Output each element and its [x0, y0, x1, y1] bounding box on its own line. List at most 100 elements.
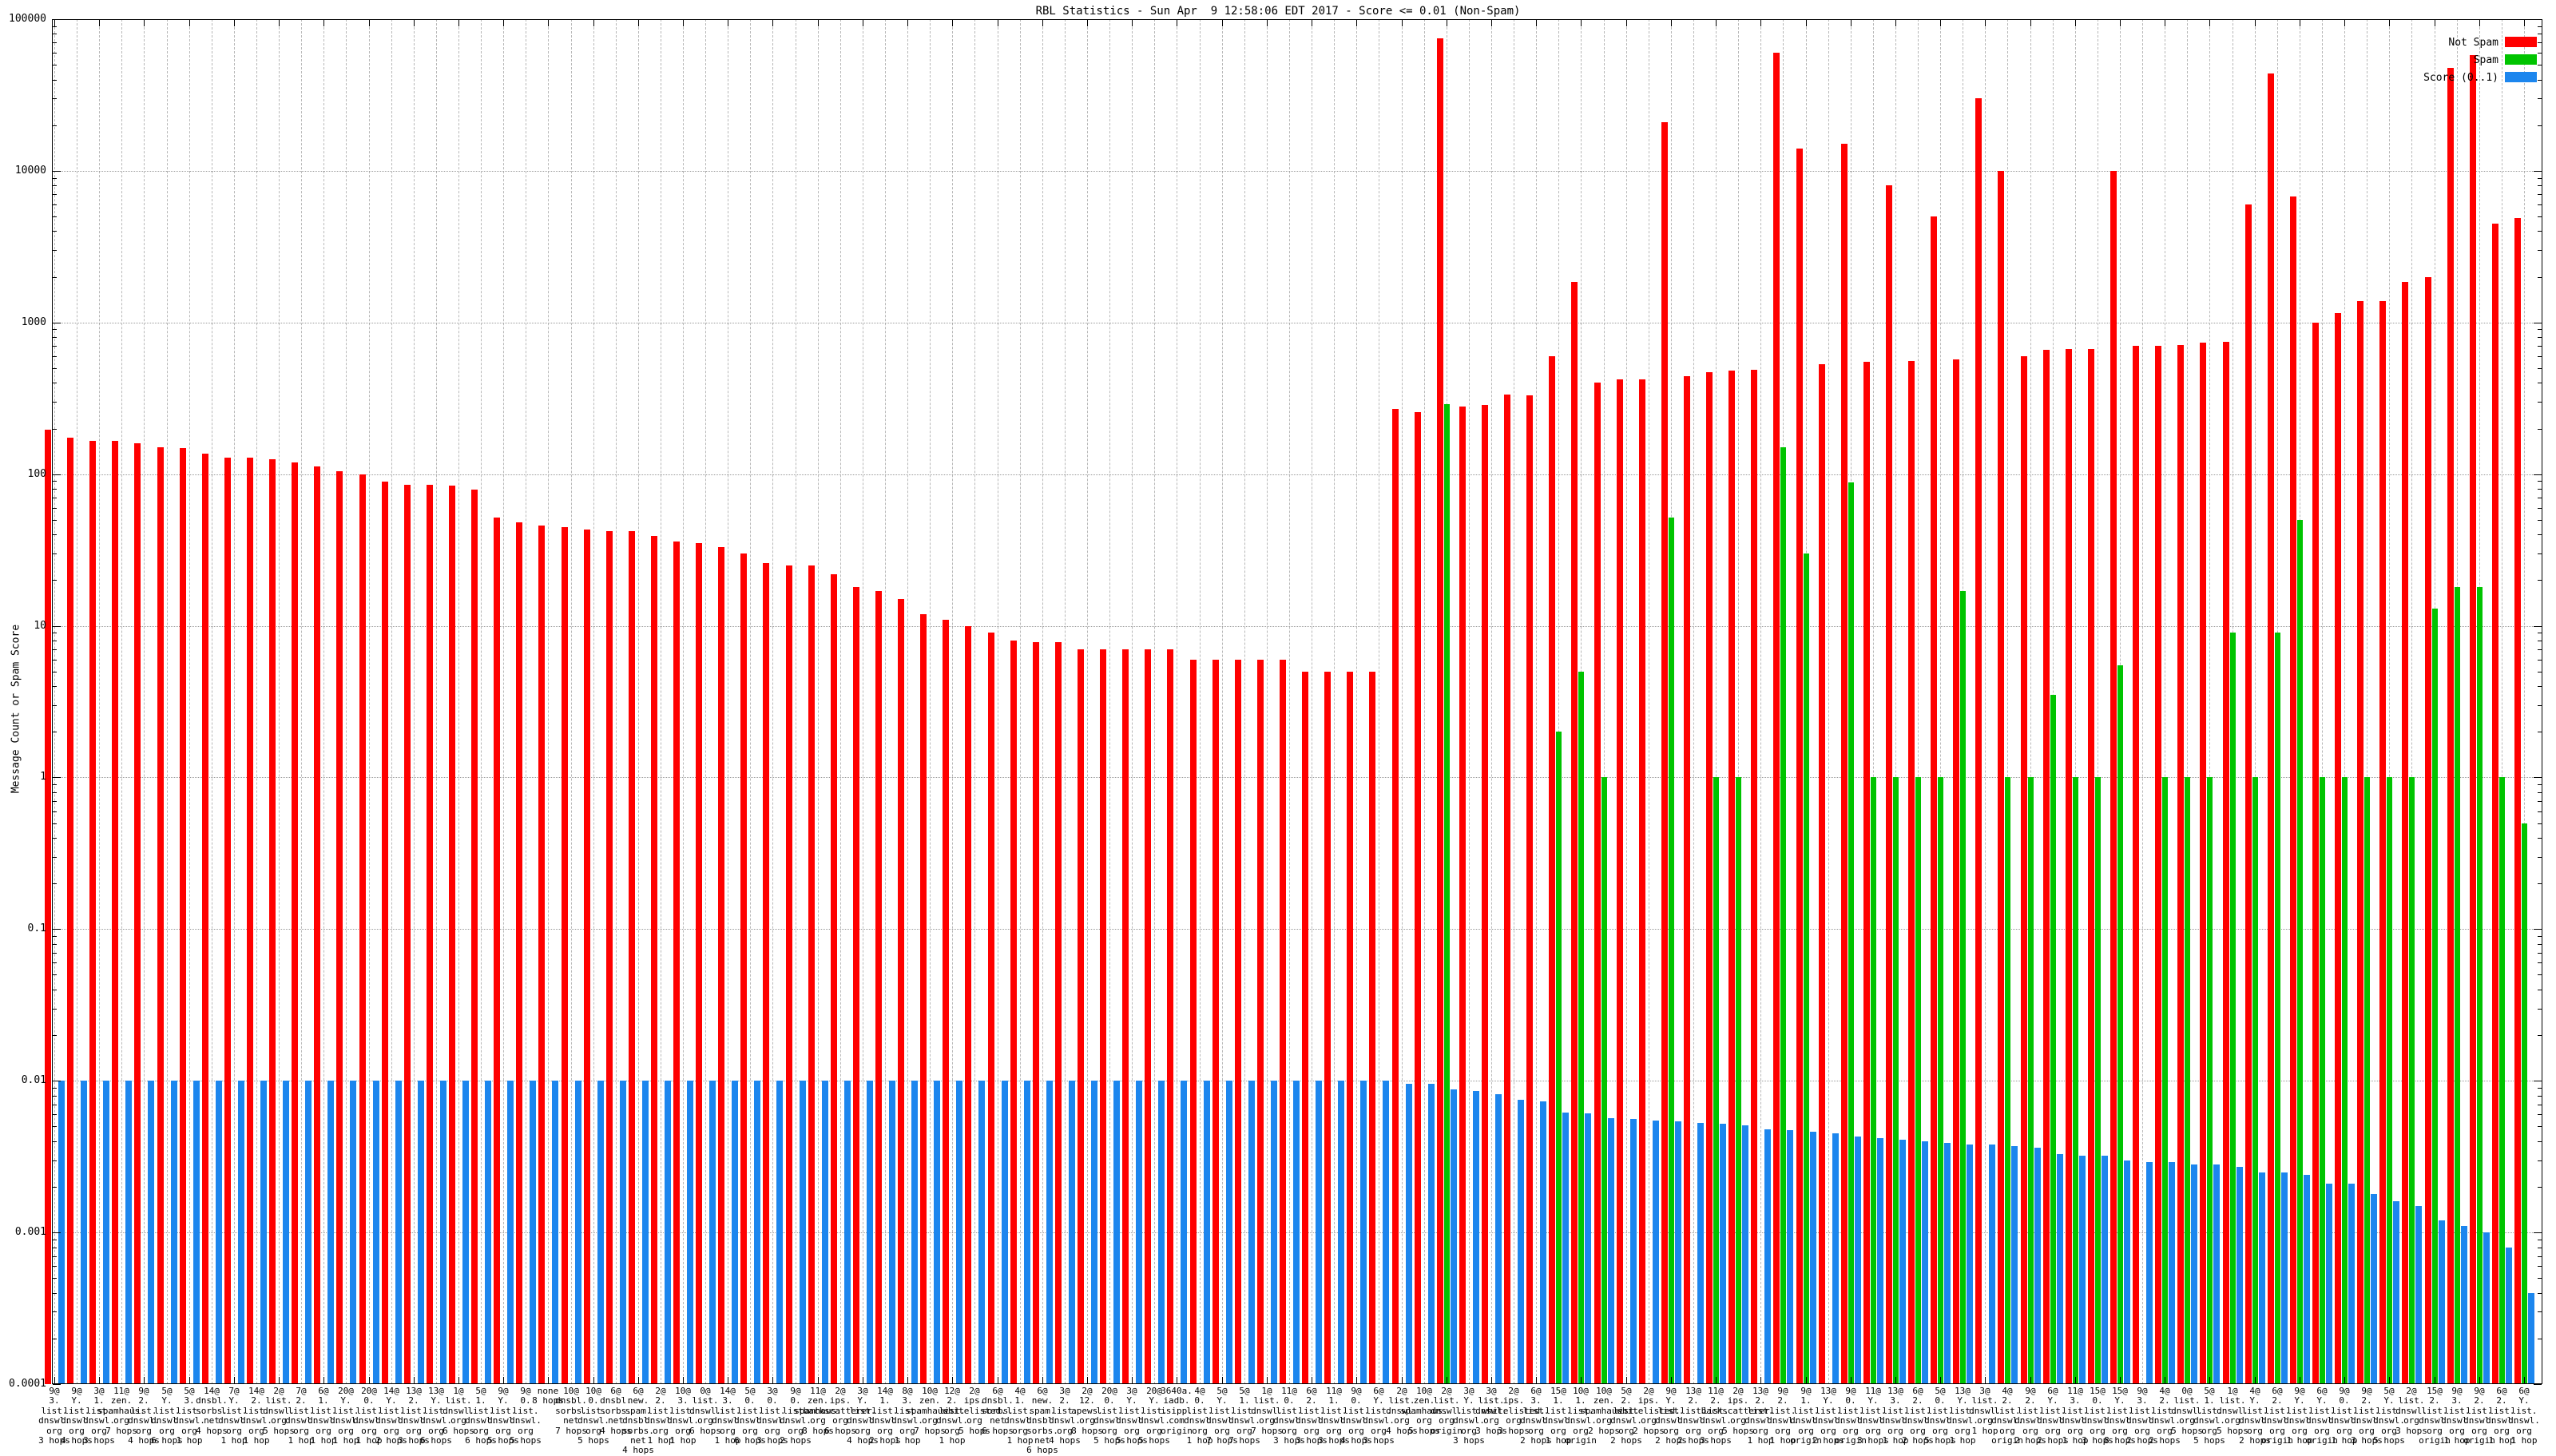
x-tick — [683, 20, 684, 26]
x-category-label: 11@ 3. list. dnswl. org 1 hop — [2059, 1386, 2091, 1446]
y-minor-tick — [2538, 520, 2542, 521]
x-tick — [593, 20, 594, 26]
y-minor-tick — [2538, 508, 2542, 509]
y-minor-tick — [2538, 1141, 2542, 1142]
x-category-label: 6@ dnsbl. sorbs. net 4 hops — [600, 1386, 632, 1436]
x-category-label: 6@ 2. list. dnswl. org 3 hops — [1296, 1386, 1328, 1446]
x-category-label: 9@ 1. list. dnswl. org origin — [1790, 1386, 1822, 1446]
x-category-label: 13@ Y. list. dnswl. org 2 hops — [1812, 1386, 1844, 1446]
x-category-label: 10@ zen. spamhaus. org 5 hops — [1400, 1386, 1448, 1436]
x-category-label: 9@ 2. list. dnswl. org 1 hop — [1767, 1386, 1799, 1446]
x-category-label: 6@ Y. list. dnswl. org 1 hop — [2508, 1386, 2540, 1446]
x-tick — [1626, 20, 1627, 26]
x-category-label: 2@ list. dnswl. org 5 hops — [263, 1386, 295, 1436]
y-minor-tick — [53, 962, 57, 963]
y-minor-tick — [2538, 1293, 2542, 1294]
y-minor-tick — [2538, 42, 2542, 43]
x-category-label: 6@ 1. list. dnswl. org 1 hop — [308, 1386, 339, 1446]
y-tick-label: 10000 — [14, 165, 46, 177]
x-category-label: 5@ 0. list. dnswl. org 6 hops — [734, 1386, 766, 1446]
x-category-label: 14@ 3. list. dnswl. org 1 hop — [712, 1386, 744, 1446]
x-tick — [54, 1377, 55, 1383]
x-tick — [54, 20, 55, 26]
x-category-label: 10@ zen. spamhaus. org 2 hops — [1580, 1386, 1628, 1436]
y-minor-tick — [53, 368, 57, 369]
y-minor-tick — [2538, 185, 2542, 186]
x-category-label: 11@ 2. list. dnswl. org 3 hops — [1700, 1386, 1732, 1446]
y-minor-tick — [2538, 1187, 2542, 1188]
x-category-label: 3@ Y. list. dnswl. org 4 hops — [847, 1386, 879, 1446]
x-tick — [1132, 1377, 1133, 1383]
y-minor-tick — [53, 1187, 57, 1188]
x-category-label: 5@ 0. list. dnswl. org 5 hops — [1924, 1386, 1956, 1446]
x-category-label: 5@ Y. list. dnswl. org 6 hops — [151, 1386, 183, 1446]
y-minor-tick — [2538, 125, 2542, 126]
y-minor-tick — [53, 194, 57, 195]
x-category-label: 10@ 0. list. dnswl. org 5 hops — [577, 1386, 609, 1446]
y-tick-label: 0.1 — [27, 922, 46, 934]
x-category-label: 1@ list. dnswl. org 5 hops — [2217, 1386, 2248, 1436]
x-tick — [638, 1377, 639, 1383]
x-category-label: 6@ new. spam. dnsbl. sorbs. net 6 hops — [1026, 1386, 1058, 1456]
y-tick-label: 1000 — [21, 316, 46, 328]
x-tick — [323, 20, 324, 26]
y-major-tick — [2534, 1232, 2542, 1233]
y-minor-tick — [53, 508, 57, 509]
x-category-label: 3@ Y. list. dnswl. org 5 hops — [1116, 1386, 1148, 1446]
x-tick — [2030, 1377, 2031, 1383]
y-minor-tick — [53, 402, 57, 403]
x-tick — [638, 20, 639, 26]
y-major-tick — [2534, 929, 2542, 930]
x-category-label: 9@ 3. list. dnswl. org 3 hops — [38, 1386, 70, 1446]
y-minor-tick — [53, 686, 57, 687]
y-minor-tick — [2538, 686, 2542, 687]
x-tick — [548, 1377, 549, 1383]
x-tick — [2344, 20, 2345, 26]
y-tick-label: 0.01 — [21, 1074, 46, 1086]
y-minor-tick — [53, 811, 57, 812]
x-tick — [1491, 20, 1492, 26]
x-category-label: 4@ Y. list. dnswl. org 2 hops — [2239, 1386, 2271, 1446]
y-minor-tick — [53, 337, 57, 338]
y-minor-tick — [2538, 80, 2542, 81]
x-category-label: 14@ dnsbl. sorbs. net 4 hops — [196, 1386, 228, 1436]
x-category-label: 13@ 2. list. dnswl. org 3 hops — [398, 1386, 430, 1446]
y-minor-tick — [2538, 337, 2542, 338]
x-tick — [189, 20, 190, 26]
y-minor-tick — [2538, 329, 2542, 330]
y-minor-tick — [53, 801, 57, 802]
x-tick — [1940, 1377, 1941, 1383]
x-tick — [323, 1377, 324, 1383]
legend-swatch-spam — [2505, 54, 2537, 65]
y-tick-label: 100 — [27, 468, 46, 480]
x-tick — [279, 1377, 280, 1383]
x-category-label: 2@ list. dnswl. org 3 hops — [2395, 1386, 2427, 1436]
x-category-label: 2@ ips. whitelisted. org 5 hops — [943, 1386, 1006, 1436]
x-category-label: 10@ dnsbl. sorbs. net 7 hops — [555, 1386, 587, 1436]
y-axis-title: Message Count or Spam Score — [10, 624, 22, 794]
y-major-tick — [53, 1232, 61, 1233]
x-category-label: 13@ Y. list. dnswl. org 6 hops — [420, 1386, 452, 1446]
x-tick — [414, 1377, 415, 1383]
x-category-label: 4@ 2. list. dnswl. org 2 hops — [2149, 1386, 2181, 1446]
x-category-label: 5@ Y. list. dnswl. org 5 hops — [2373, 1386, 2405, 1446]
x-category-label: 20@ 0. list. dnswl. org 5 hops — [1093, 1386, 1125, 1446]
x-category-label: 9@ 2. list. dnswl. org 2 hops — [2014, 1386, 2046, 1446]
y-minor-tick — [2538, 1009, 2542, 1010]
y-major-tick — [53, 1384, 61, 1385]
y-minor-tick — [53, 329, 57, 330]
y-minor-tick — [2538, 98, 2542, 99]
y-minor-tick — [53, 974, 57, 975]
x-tick — [1581, 20, 1582, 26]
y-minor-tick — [53, 857, 57, 858]
y-minor-tick — [53, 231, 57, 232]
x-tick — [2255, 20, 2256, 26]
x-category-label: 3@ list. dnswl. org 3 hops — [1475, 1386, 1507, 1436]
x-tick — [1267, 1377, 1268, 1383]
x-tick — [2389, 20, 2390, 26]
y-minor-tick — [2538, 784, 2542, 785]
x-category-label: 6@ 2. list. dnswl. org 1 hop — [2486, 1386, 2518, 1446]
y-minor-tick — [53, 705, 57, 706]
y-minor-tick — [2538, 649, 2542, 650]
x-category-label: 5@ 2. list. dnswl. org 2 hops — [1610, 1386, 1642, 1446]
